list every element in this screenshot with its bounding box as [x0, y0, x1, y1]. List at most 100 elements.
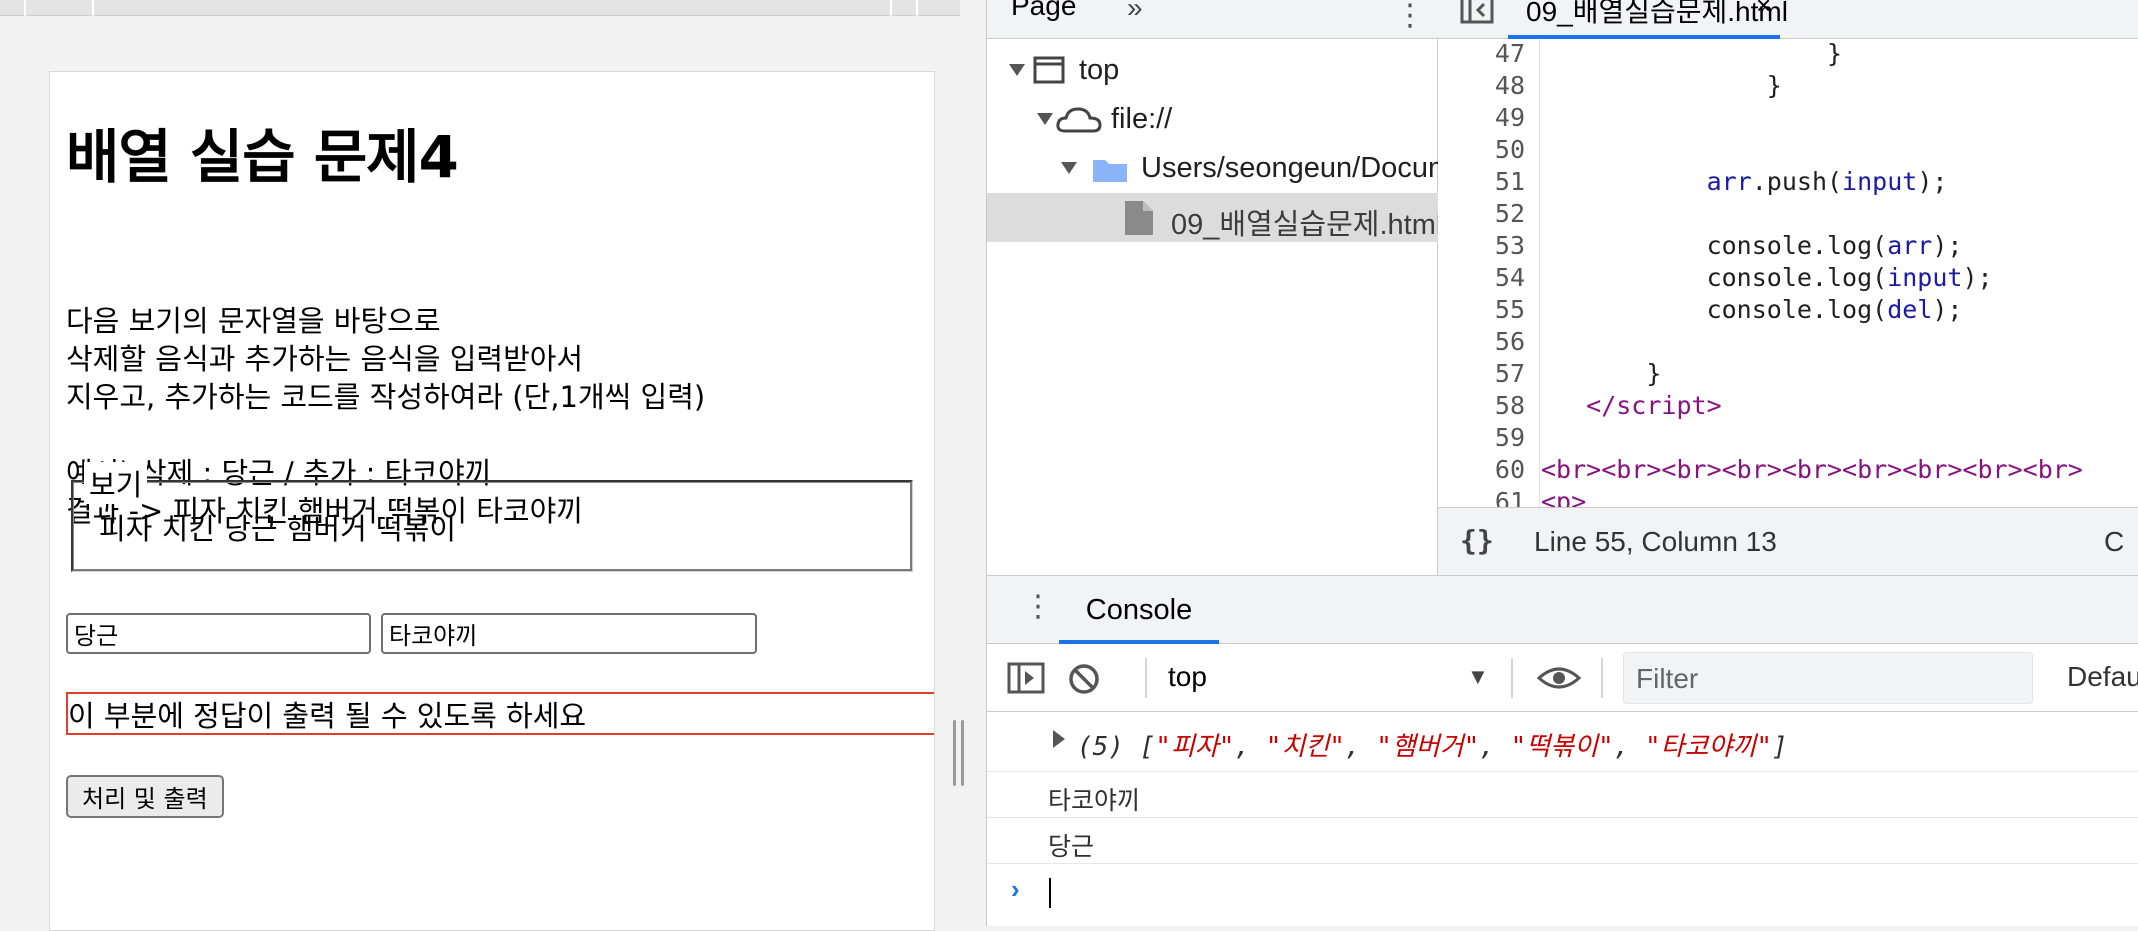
- prompt-chevron-icon: ›: [1011, 874, 1020, 904]
- drawer-tabs: ⋮ Console: [987, 576, 2138, 644]
- editor-status-bar: {} Line 55, Column 13 C: [1438, 507, 2138, 575]
- line-number: 61: [1494, 487, 1525, 507]
- fieldset-legend: 보기: [84, 462, 148, 504]
- close-tab-icon[interactable]: ×: [1756, 0, 1771, 21]
- code-line: <br><br><br><br><br><br><br><br><br>: [1541, 455, 2083, 484]
- line-number: 60: [1494, 455, 1525, 484]
- ruler-tick: [92, 0, 94, 16]
- expand-triangle-icon[interactable]: [1053, 730, 1065, 748]
- delete-food-input[interactable]: [66, 613, 371, 654]
- code-line: }: [1541, 71, 1782, 100]
- line-number: 52: [1494, 199, 1525, 228]
- line-number: 56: [1494, 327, 1525, 356]
- tree-label: file://: [1111, 103, 1173, 135]
- context-selector[interactable]: top: [1168, 661, 1207, 693]
- toolbar-separator: [1601, 658, 1603, 698]
- page-preview-pane: 배열 실습 문제4 다음 보기의 문자열을 바탕으로 삭제할 음식과 추가하는 …: [0, 0, 986, 931]
- pane-resize-handle[interactable]: [953, 720, 965, 786]
- process-and-print-button[interactable]: 처리 및 출력: [66, 775, 224, 818]
- code-line: console.log(arr);: [1541, 231, 1963, 260]
- console-message: 타코야끼: [987, 772, 2138, 818]
- console-toolbar: top ▼ Filter Default levels: [987, 644, 2138, 712]
- console-filter-input[interactable]: Filter: [1623, 652, 2033, 704]
- resize-grip-bar: [961, 720, 964, 786]
- show-sidebar-icon[interactable]: [1007, 662, 1045, 694]
- array-item: 피자: [1170, 732, 1219, 762]
- expand-arrow-icon: [1061, 162, 1077, 174]
- file-icon: [1125, 201, 1153, 235]
- text-cursor: [1049, 878, 1051, 908]
- ruler-tick: [916, 0, 918, 16]
- tree-item-folder[interactable]: Users/seongeun/Documents: [987, 144, 1438, 193]
- line-number: 55: [1494, 295, 1525, 324]
- navigator-tabs: Page » ⋮: [987, 0, 1438, 39]
- line-number: 57: [1494, 359, 1525, 388]
- toggle-navigator-icon[interactable]: [1460, 0, 1494, 24]
- array-count: (5): [1077, 732, 1124, 762]
- editor-file-tab-label: 09_배열실습문제.html: [1526, 0, 1788, 27]
- line-number: 49: [1494, 103, 1525, 132]
- rendered-page: 배열 실습 문제4 다음 보기의 문자열을 바탕으로 삭제할 음식과 추가하는 …: [49, 71, 935, 931]
- code-line: console.log(input);: [1541, 263, 1993, 292]
- tree-item-origin[interactable]: file://: [987, 95, 1438, 144]
- tab-page[interactable]: Page: [1011, 0, 1076, 22]
- tree-item-top[interactable]: top: [987, 46, 1438, 95]
- code-line: arr.push(input);: [1706, 167, 1948, 196]
- code-area[interactable]: } } arr.push(input); console.log(arr); c…: [1541, 39, 2138, 507]
- code-line: </script>: [1586, 391, 1722, 420]
- console-log-text: 타코야끼: [1048, 787, 1141, 815]
- clear-console-icon[interactable]: [1067, 662, 1101, 696]
- toolbar-separator: [1145, 658, 1147, 698]
- code-line: }: [1541, 359, 1662, 388]
- tab-console[interactable]: Console: [1059, 576, 1219, 644]
- line-number: 58: [1494, 391, 1525, 420]
- tree-item-file[interactable]: 09_배열실습문제.html: [987, 193, 1438, 242]
- coverage-label: C: [2104, 526, 2125, 557]
- more-options-icon[interactable]: ⋮: [1395, 0, 1425, 33]
- line-number-gutter: 47 48 49 50 51 52 53 54 55 56 57 58 59 6…: [1438, 39, 1540, 507]
- folder-icon: [1093, 160, 1127, 182]
- description-line: 삭제할 음식과 추가하는 음식을 입력받아서: [66, 342, 584, 376]
- code-line: <p>: [1541, 487, 1587, 507]
- line-number: 48: [1494, 71, 1525, 100]
- array-item: 햄버거: [1391, 732, 1464, 762]
- expand-arrow-icon: [1009, 64, 1025, 76]
- frame-icon: [1033, 56, 1065, 84]
- ruler-tick: [890, 0, 892, 16]
- description-line: 지우고, 추가하는 코드를 작성하여라 (단,1개씩 입력): [66, 380, 706, 414]
- ruler-tick: [24, 0, 26, 16]
- code-line: console.log(del);: [1541, 295, 1963, 324]
- source-editor: 09_배열실습문제.html × 47 48 49 50 51 52 53 54…: [1438, 0, 2138, 575]
- line-number: 47: [1494, 39, 1525, 68]
- array-preview: (5) ["피자", "치킨", "햄버거", "떡볶이", "타코야끼"]: [1077, 732, 1788, 762]
- line-number: 54: [1494, 263, 1525, 292]
- more-tabs-chevron-icon[interactable]: »: [1127, 0, 1143, 24]
- tree-label: 09_배열실습문제.html: [1171, 209, 1438, 241]
- array-item: 떡볶이: [1526, 732, 1599, 762]
- console-message-array[interactable]: (5) ["피자", "치킨", "햄버거", "떡볶이", "타코야끼"]: [987, 712, 2138, 772]
- dropdown-arrow-icon[interactable]: ▼: [1467, 664, 1489, 690]
- pretty-print-icon[interactable]: {}: [1460, 524, 1494, 557]
- answer-output-text: 이 부분에 정답이 출력 될 수 있도록 하세요: [68, 699, 587, 733]
- code-line: }: [1541, 39, 1843, 68]
- fieldset-text: 피자 치킨 당근 햄버거 떡볶이: [99, 512, 457, 546]
- cursor-position: Line 55, Column 13: [1534, 526, 1777, 557]
- live-expression-eye-icon[interactable]: [1537, 664, 1581, 692]
- console-message: 당근: [987, 818, 2138, 864]
- log-levels-dropdown[interactable]: Default levels: [2067, 661, 2138, 693]
- line-number: 51: [1494, 167, 1525, 196]
- array-item: 타코야끼: [1660, 732, 1757, 762]
- sources-navigator: Page » ⋮ top file:// Users/seongeun/Docu…: [987, 0, 1438, 575]
- drawer-menu-icon[interactable]: ⋮: [1023, 589, 1053, 624]
- add-food-input[interactable]: [381, 613, 757, 654]
- resize-grip-bar: [953, 720, 956, 786]
- console-log-text: 당근: [1048, 833, 1095, 861]
- console-prompt[interactable]: ›: [987, 864, 2138, 924]
- array-item: 치킨: [1281, 732, 1330, 762]
- devtools-panel: Page » ⋮ top file:// Users/seongeun/Docu…: [986, 0, 2138, 926]
- toolbar-separator: [1511, 658, 1513, 698]
- description-line: 다음 보기의 문자열을 바탕으로: [66, 304, 441, 338]
- editor-file-tab[interactable]: 09_배열실습문제.html ×: [1508, 0, 1788, 39]
- line-number: 59: [1494, 423, 1525, 452]
- expand-arrow-icon: [1037, 113, 1053, 125]
